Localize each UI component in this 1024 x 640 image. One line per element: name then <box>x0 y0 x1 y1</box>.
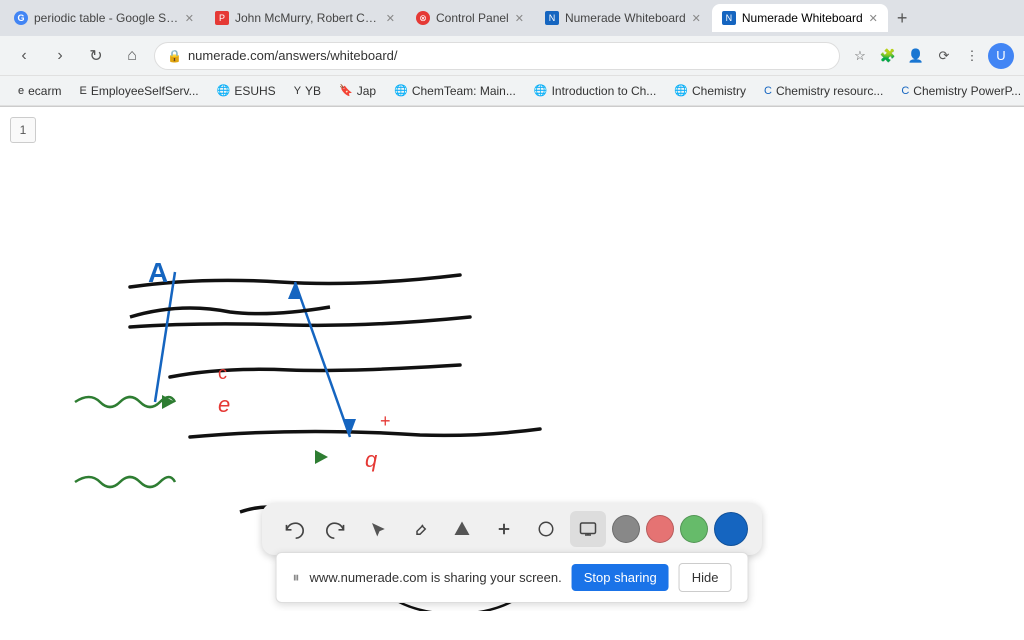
add-tool[interactable] <box>486 511 522 547</box>
svg-text:e: e <box>218 392 230 417</box>
bookmark-employee[interactable]: E EmployeeSelfServ... <box>71 79 206 103</box>
tab-periodic-table[interactable]: G periodic table - Google Search ✕ <box>4 4 204 32</box>
bookmark-chem-powerp-favicon: C <box>901 85 909 97</box>
address-bar: ‹ › ↻ ⌂ 🔒 numerade.com/answers/whiteboar… <box>0 36 1024 76</box>
select-tool[interactable] <box>360 511 396 547</box>
bookmark-intro-chem-label: Introduction to Ch... <box>552 84 657 98</box>
bookmark-employee-favicon: E <box>79 85 86 97</box>
extensions-button[interactable]: 🧩 <box>876 44 900 68</box>
bookmark-esuhs-favicon: 🌐 <box>217 84 231 97</box>
eraser-tool[interactable] <box>528 511 564 547</box>
tab4-favicon: N <box>545 11 559 25</box>
tab3-favicon: ⊗ <box>416 11 430 25</box>
bookmark-star[interactable]: ☆ <box>848 44 872 68</box>
browser-actions: ☆ 🧩 👤 ⟳ ⋮ U <box>848 43 1014 69</box>
svg-text:q: q <box>365 447 378 472</box>
bookmark-chemteam-favicon: 🌐 <box>394 84 408 97</box>
bookmark-employee-label: EmployeeSelfServ... <box>91 84 199 98</box>
bookmark-chemteam[interactable]: 🌐 ChemTeam: Main... <box>386 79 524 103</box>
browser-chrome: G periodic table - Google Search ✕ P Joh… <box>0 0 1024 107</box>
bookmark-chem-resources-label: Chemistry resourc... <box>776 84 883 98</box>
bookmark-intro-chem-favicon: 🌐 <box>534 84 548 97</box>
tab4-close[interactable]: ✕ <box>692 12 701 25</box>
stop-sharing-button[interactable]: Stop sharing <box>572 564 669 591</box>
tab4-title: Numerade Whiteboard <box>565 11 686 25</box>
home-button[interactable]: ⌂ <box>118 42 146 70</box>
tab-mcmurry[interactable]: P John McMurry, Robert C. Fay... ✕ <box>205 4 405 32</box>
color-blue[interactable] <box>714 512 748 546</box>
bookmark-jap[interactable]: 🔖 Jap <box>331 79 384 103</box>
svg-text:A: A <box>148 257 168 288</box>
tab1-favicon: G <box>14 11 28 25</box>
bookmark-esuhs-label: ESUHS <box>234 84 275 98</box>
bookmark-chem-resources-favicon: C <box>764 85 772 97</box>
tab5-title: Numerade Whiteboard <box>742 11 863 25</box>
accounts-button[interactable]: 👤 <box>904 44 928 68</box>
bookmark-yb-favicon: Y <box>294 85 301 97</box>
tab2-close[interactable]: ✕ <box>386 12 395 25</box>
bookmark-ecarm[interactable]: e ecarm <box>10 79 69 103</box>
screen-share-icon: ⏸ <box>293 569 300 586</box>
color-gray[interactable] <box>612 515 640 543</box>
color-green[interactable] <box>680 515 708 543</box>
bookmark-yb-label: YB <box>305 84 321 98</box>
tab-numerade-4[interactable]: N Numerade Whiteboard ✕ <box>535 4 711 32</box>
bookmark-chem-resources[interactable]: C Chemistry resourc... <box>756 79 891 103</box>
more-button[interactable]: ⋮ <box>960 44 984 68</box>
whiteboard: 1 A e c q + ⊢ ρ° <box>0 107 1024 611</box>
url-text: numerade.com/answers/whiteboard/ <box>188 48 827 63</box>
whiteboard-toolbar <box>262 503 762 555</box>
forward-button[interactable]: › <box>46 42 74 70</box>
tab2-title: John McMurry, Robert C. Fay... <box>235 11 380 25</box>
tab2-favicon: P <box>215 11 229 25</box>
url-bar[interactable]: 🔒 numerade.com/answers/whiteboard/ <box>154 42 840 70</box>
bookmark-chemistry-favicon: 🌐 <box>674 84 688 97</box>
tab1-close[interactable]: ✕ <box>185 12 194 25</box>
svg-text:+: + <box>380 411 391 431</box>
screen-share-message: www.numerade.com is sharing your screen. <box>310 570 562 585</box>
tab5-favicon: N <box>722 11 736 25</box>
tab1-title: periodic table - Google Search <box>34 11 179 25</box>
color-red[interactable] <box>646 515 674 543</box>
bookmark-esuhs[interactable]: 🌐 ESUHS <box>209 79 284 103</box>
screen-share-banner: ⏸ www.numerade.com is sharing your scree… <box>276 552 749 603</box>
tab3-close[interactable]: ✕ <box>515 12 524 25</box>
redo-button[interactable] <box>318 511 354 547</box>
bookmarks-bar: e ecarm E EmployeeSelfServ... 🌐 ESUHS Y … <box>0 76 1024 106</box>
bookmark-chem-powerp-label: Chemistry PowerP... <box>913 84 1021 98</box>
bookmark-ecarm-favicon: e <box>18 85 24 97</box>
tab-numerade-5[interactable]: N Numerade Whiteboard ✕ <box>712 4 888 32</box>
tab-control-panel[interactable]: ⊗ Control Panel ✕ <box>406 4 534 32</box>
tab3-title: Control Panel <box>436 11 509 25</box>
screen-tool[interactable] <box>570 511 606 547</box>
lock-icon: 🔒 <box>167 49 182 63</box>
bookmark-chemistry-label: Chemistry <box>692 84 746 98</box>
bookmark-jap-label: Jap <box>357 84 376 98</box>
bookmark-chemteam-label: ChemTeam: Main... <box>412 84 516 98</box>
bookmark-yb[interactable]: Y YB <box>286 79 329 103</box>
hide-button[interactable]: Hide <box>679 563 732 592</box>
svg-text:c: c <box>218 363 227 383</box>
pen-tool[interactable] <box>402 511 438 547</box>
bookmark-jap-favicon: 🔖 <box>339 84 353 97</box>
shapes-tool[interactable] <box>444 511 480 547</box>
new-tab-button[interactable]: + <box>889 8 916 29</box>
tab-bar: G periodic table - Google Search ✕ P Joh… <box>0 0 1024 36</box>
bookmark-chemistry[interactable]: 🌐 Chemistry <box>666 79 754 103</box>
sync-button[interactable]: ⟳ <box>932 44 956 68</box>
reload-button[interactable]: ↻ <box>82 42 110 70</box>
bookmark-intro-chem[interactable]: 🌐 Introduction to Ch... <box>526 79 664 103</box>
profile-avatar[interactable]: U <box>988 43 1014 69</box>
back-button[interactable]: ‹ <box>10 42 38 70</box>
bookmark-ecarm-label: ecarm <box>28 84 61 98</box>
tab5-close[interactable]: ✕ <box>869 12 878 25</box>
bookmark-chem-powerp[interactable]: C Chemistry PowerP... <box>893 79 1024 103</box>
undo-button[interactable] <box>276 511 312 547</box>
